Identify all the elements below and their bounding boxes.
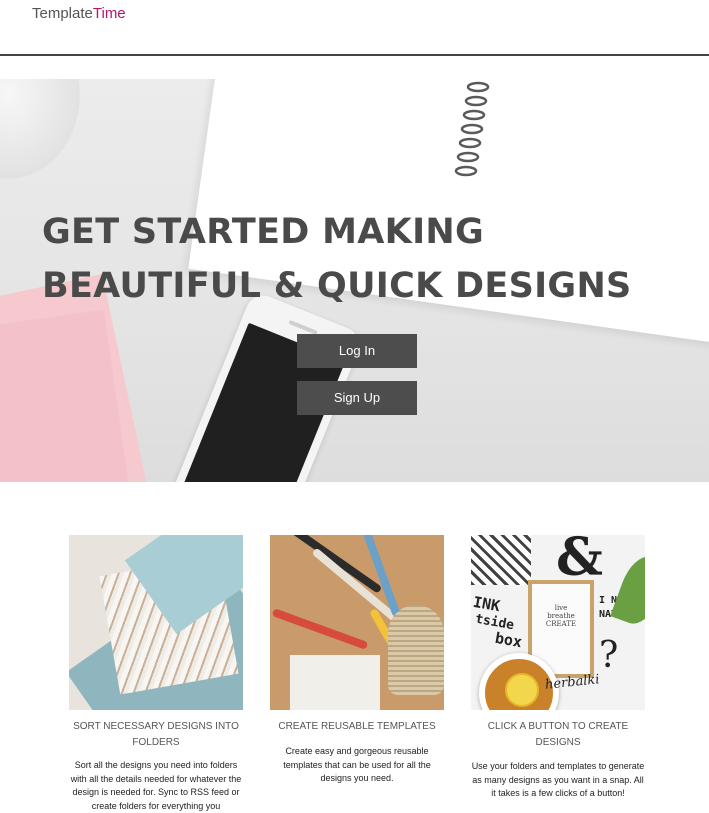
brand-logo[interactable]: TemplateTime [32, 5, 126, 23]
hero-title: GET STARTED MAKING BEAUTIFUL & QUICK DES… [42, 205, 682, 313]
question-mark-print: ? [599, 635, 619, 676]
signup-button[interactable]: Sign Up [297, 381, 417, 415]
notebook-spiral-image [454, 81, 490, 177]
brand-logo-part-time: Time [92, 5, 126, 22]
print-text-decor: box [493, 628, 524, 652]
feature-heading: SORT NECESSARY DESIGNS INTO FOLDERS [73, 721, 239, 748]
feature-card-templates: CREATE REUSABLE TEMPLATES Create easy an… [270, 535, 444, 786]
lemon-slice-shape [505, 673, 539, 707]
hero-banner: GET STARTED MAKING BEAUTIFUL & QUICK DES… [0, 79, 709, 482]
hero-title-line-2: BEAUTIFUL & QUICK DESIGNS [42, 266, 632, 306]
feature-card-folders: SORT NECESSARY DESIGNS INTO FOLDERS Sort… [69, 535, 243, 813]
frame-text-breathe: breathe [547, 612, 575, 620]
frame-text-live: live [554, 604, 568, 612]
chevron-pattern-print [471, 535, 531, 585]
login-button[interactable]: Log In [297, 334, 417, 368]
brand-logo-part-template: Template [32, 5, 93, 22]
feature-heading: CREATE REUSABLE TEMPLATES [278, 721, 436, 732]
top-navbar: TemplateTime [0, 0, 709, 56]
frame-text-create: CREATE [545, 620, 577, 628]
feature-description: Use your folders and templates to genera… [471, 761, 645, 798]
feature-heading: CLICK A BUTTON TO CREATE DESIGNS [487, 721, 629, 748]
feature-image-folders [69, 535, 243, 710]
feature-description: Create easy and gorgeous reusable templa… [283, 746, 431, 783]
hero-decor-object [0, 79, 80, 179]
markers-paper-shape [290, 655, 380, 710]
feature-image-markers [270, 535, 444, 710]
feature-description: Sort all the designs you need into folde… [70, 760, 242, 811]
feature-card-generate: & INK tside box I N A NATI live breathe … [471, 535, 645, 801]
marker-shape [271, 608, 369, 650]
hero-title-line-1: GET STARTED MAKING [42, 212, 485, 252]
twine-spool-shape [388, 605, 444, 695]
plant-leaf-shape [610, 550, 645, 630]
feature-image-prints: & INK tside box I N A NATI live breathe … [471, 535, 645, 710]
phone-speaker [288, 319, 318, 335]
